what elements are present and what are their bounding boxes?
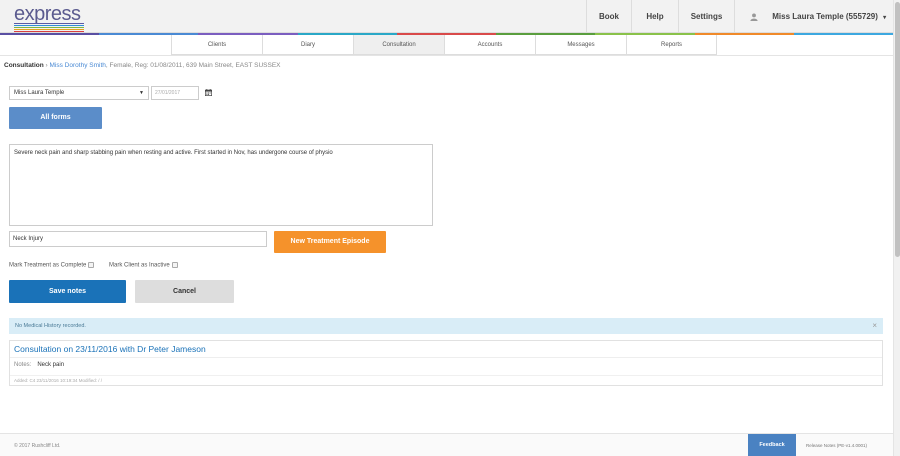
previous-consultation-card: Consultation on 23/11/2016 with Dr Peter… [9, 340, 883, 386]
logo-stripe [14, 27, 84, 28]
logo-stripe [14, 23, 84, 24]
date-field[interactable]: 27/01/2017 [151, 86, 199, 100]
scrollbar-thumb[interactable] [895, 2, 900, 257]
logo-stripe [14, 25, 84, 26]
mark-complete-label: Mark Treatment as Complete [9, 262, 87, 269]
rainbow-segment [793, 33, 893, 35]
consultation-title-link[interactable]: Consultation on 23/11/2016 with Dr Peter… [14, 344, 206, 354]
user-menu[interactable]: Miss Laura Temple (555729) ▾ [734, 0, 893, 33]
practitioner-value: Miss Laura Temple [14, 90, 65, 96]
card-divider [10, 357, 882, 358]
calendar-icon[interactable] [205, 89, 212, 96]
tab-consultation[interactable]: Consultation [353, 35, 444, 55]
mark-complete-row: Mark Treatment as Complete [9, 262, 95, 269]
book-button[interactable]: Book [586, 0, 631, 33]
all-forms-button[interactable]: All forms [9, 107, 102, 129]
medical-history-alert: No Medical History recorded. × [9, 318, 883, 334]
chevron-down-icon: ▼ [139, 90, 144, 96]
release-notes-link[interactable]: Release Notes (PE-v1.4.0001) [806, 443, 867, 448]
close-icon[interactable]: × [872, 318, 877, 334]
chevron-down-icon: ▾ [883, 15, 887, 21]
footer: © 2017 Rushcliff Ltd. Feedback Release N… [0, 433, 893, 456]
breadcrumb-root: Consultation [4, 62, 44, 69]
page: express Book Help Settings Miss Laura Te… [0, 0, 900, 456]
tab-diary[interactable]: Diary [262, 35, 353, 55]
tab-messages[interactable]: Messages [535, 35, 626, 55]
breadcrumb-separator: › [45, 62, 48, 69]
help-button[interactable]: Help [631, 0, 678, 33]
page-scrollbar[interactable] [893, 0, 900, 456]
breadcrumb: Consultation › Miss Dorothy Smith, Femal… [4, 62, 281, 69]
consultation-meta: Added: C4 23/11/2016 10:19:34 Modified: … [14, 378, 102, 383]
client-link[interactable]: Miss Dorothy Smith [50, 62, 106, 69]
module-tabs: Clients Diary Consultation Accounts Mess… [171, 35, 717, 55]
logo-stripes [14, 23, 84, 32]
notes-label: Notes: [14, 362, 32, 368]
copyright: © 2017 Rushcliff Ltd. [14, 443, 61, 449]
notes-value: Neck pain [37, 362, 65, 368]
user-name: Miss Laura Temple (555729) [772, 12, 878, 21]
top-header: express Book Help Settings Miss Laura Te… [0, 0, 893, 33]
client-details: , Female, Reg: 01/08/2011, 639 Main Stre… [105, 62, 281, 69]
logo-stripe [14, 31, 84, 32]
user-icon [750, 13, 758, 21]
tab-clients[interactable]: Clients [171, 35, 262, 55]
mark-inactive-label: Mark Client as Inactive [109, 262, 170, 269]
settings-button[interactable]: Settings [678, 0, 734, 33]
tabs-divider [0, 55, 893, 56]
consultation-notes-textarea[interactable]: Severe neck pain and sharp stabbing pain… [9, 144, 433, 226]
rainbow-segment [0, 33, 100, 35]
tab-accounts[interactable]: Accounts [444, 35, 535, 55]
consultation-notes: Notes: Neck pain [14, 362, 64, 368]
practitioner-select[interactable]: Miss Laura Temple ▼ [9, 86, 149, 100]
mark-complete-checkbox[interactable] [88, 262, 95, 268]
mark-inactive-row: Mark Client as Inactive [109, 262, 178, 269]
feedback-button[interactable]: Feedback [748, 434, 796, 456]
save-notes-button[interactable]: Save notes [9, 280, 126, 303]
treatment-episode-input[interactable]: Neck Injury [9, 231, 267, 247]
alert-text: No Medical History recorded. [15, 323, 86, 329]
mark-inactive-checkbox[interactable] [171, 262, 178, 268]
new-treatment-episode-button[interactable]: New Treatment Episode [274, 231, 386, 253]
tab-reports[interactable]: Reports [626, 35, 717, 55]
logo-stripe [14, 29, 84, 30]
cancel-button[interactable]: Cancel [135, 280, 234, 303]
card-divider [10, 375, 882, 376]
